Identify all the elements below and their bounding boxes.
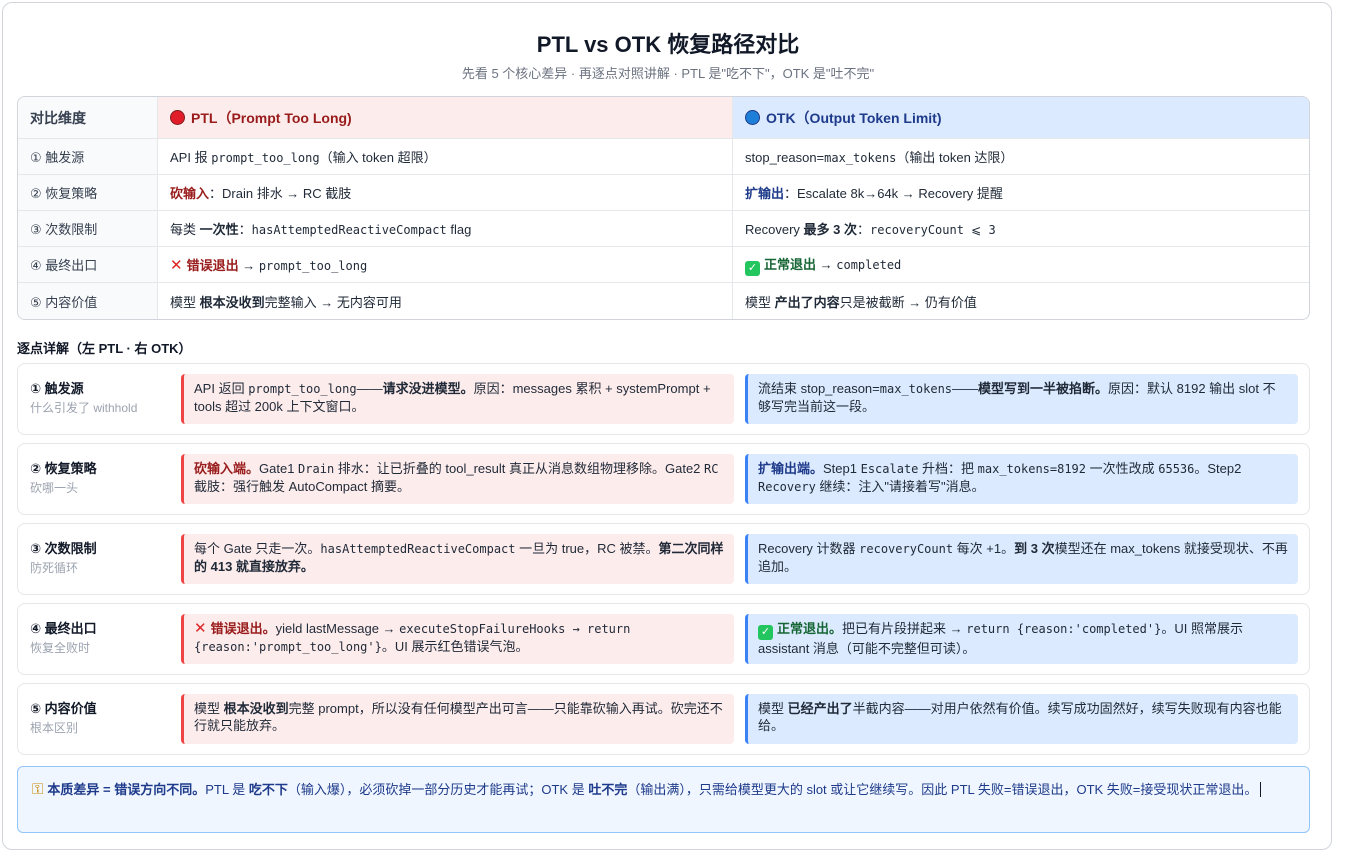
table-row: ③ 次数限制 每类 一次性：hasAttemptedReactiveCompac… (18, 211, 1309, 247)
row-dimension: ③ 次数限制 (18, 211, 158, 247)
detail-ptl-box: 模型 根本没收到完整 prompt，所以没有任何模型产出可言——只能靠砍输入再试… (181, 694, 734, 744)
row-ptl-cell: 模型 根本没收到完整输入 → 无内容可用 (158, 283, 733, 319)
row-otk-cell: stop_reason=max_tokens（输出 token 达限） (733, 139, 1309, 175)
summary-callout[interactable]: ⚿ 本质差异 = 错误方向不同。PTL 是 吃不下（输入爆），必须砍掉一部分历史才… (17, 766, 1310, 833)
table-row: ① 触发源 API 报 prompt_too_long（输入 token 超限）… (18, 139, 1309, 175)
header-otk: OTK（Output Token Limit) (733, 97, 1309, 139)
detail-otk-box: 扩输出端。Step1 Escalate 升档：把 max_tokens=8192… (745, 454, 1298, 504)
detail-card: ① 触发源 什么引发了 withhold API 返回 prompt_too_l… (17, 363, 1310, 435)
detail-otk-box: ✓ 正常退出。把已有片段拼起来 → return {reason:'complet… (745, 614, 1298, 664)
row-ptl-cell: API 报 prompt_too_long（输入 token 超限） (158, 139, 733, 175)
row-otk-cell: ✓ 正常退出 → completed (733, 247, 1309, 283)
red-circle-icon (170, 109, 185, 125)
table-row: ④ 最终出口 ✕ 错误退出 → prompt_too_long ✓ 正常退出 → c… (18, 247, 1309, 283)
blue-circle-icon (745, 109, 760, 125)
detail-card: ⑤ 内容价值 根本区别 模型 根本没收到完整 prompt，所以没有任何模型产出… (17, 683, 1310, 755)
row-otk-cell: Recovery 最多 3 次：recoveryCount ⩽ 3 (733, 211, 1309, 247)
detail-ptl-box: API 返回 prompt_too_long——请求没进模型。原因：messag… (181, 374, 734, 424)
row-ptl-cell: 砍输入：Drain 排水 → RC 截肢 (158, 175, 733, 211)
table-row: ⑤ 内容价值 模型 根本没收到完整输入 → 无内容可用 模型 产出了内容只是被截… (18, 283, 1309, 319)
detail-label: ④ 最终出口 恢复全败时 (30, 621, 97, 655)
cross-mark-icon: ✕ (194, 620, 207, 637)
table-row: ② 恢复策略 砍输入：Drain 排水 → RC 截肢 扩输出：Escalate… (18, 175, 1309, 211)
detail-label: ① 触发源 什么引发了 withhold (30, 381, 138, 415)
row-dimension: ④ 最终出口 (18, 247, 158, 283)
text-cursor (1260, 782, 1262, 797)
row-dimension: ① 触发源 (18, 139, 158, 175)
detail-card: ② 恢复策略 砍哪一头 砍输入端。Gate1 Drain 排水：让已折叠的 to… (17, 443, 1310, 515)
row-otk-cell: 扩输出：Escalate 8k→64k → Recovery 提醒 (733, 175, 1309, 211)
row-otk-cell: 模型 产出了内容只是被截断 → 仍有价值 (745, 294, 977, 310)
detail-ptl-box: 每个 Gate 只走一次。hasAttemptedReactiveCompact… (181, 534, 734, 584)
detail-otk-box: Recovery 计数器 recoveryCount 每次 +1。到 3 次模型… (745, 534, 1298, 584)
detail-card: ③ 次数限制 防死循环 每个 Gate 只走一次。hasAttemptedRea… (17, 523, 1310, 595)
detail-label: ⑤ 内容价值 根本区别 (30, 701, 97, 735)
detail-label: ③ 次数限制 防死循环 (30, 541, 97, 575)
page-subtitle: 先看 5 个核心差异 · 再逐点对照讲解 · PTL 是"吃不下"，OTK 是"… (461, 66, 875, 81)
check-mark-icon: ✓ (758, 625, 773, 640)
detail-ptl-box: ✕ 错误退出。yield lastMessage → executeStopFai… (181, 614, 734, 664)
cross-mark-icon: ✕ (170, 257, 183, 274)
row-dimension: ⑤ 内容价值 (18, 283, 158, 319)
detail-otk-box: 流结束 stop_reason=max_tokens——模型写到一半被掐断。原因… (745, 374, 1298, 424)
row-dimension: ② 恢复策略 (18, 175, 158, 211)
page-title: PTL vs OTK 恢复路径对比 (536, 32, 800, 57)
header-ptl: PTL（Prompt Too Long) (158, 97, 733, 139)
row-ptl-cell: 每类 一次性：hasAttemptedReactiveCompact flag (158, 211, 733, 247)
detail-label: ② 恢复策略 砍哪一头 (30, 461, 97, 495)
table-header-row: 对比维度 PTL（Prompt Too Long) OTK（Output Tok… (18, 97, 1309, 139)
details-section-title: 逐点详解（左 PTL · 右 OTK） (17, 341, 192, 356)
comparison-table: 对比维度 PTL（Prompt Too Long) OTK（Output Tok… (17, 96, 1310, 320)
check-mark-icon: ✓ (745, 260, 760, 276)
header-dimension: 对比维度 (18, 97, 158, 139)
row-ptl-cell: ✕ 错误退出 → prompt_too_long (158, 247, 733, 283)
detail-otk-box: 模型 已经产出了半截内容——对用户依然有价值。续写成功固然好，续写失败现有内容也… (745, 694, 1298, 744)
detail-ptl-box: 砍输入端。Gate1 Drain 排水：让已折叠的 tool_result 真正… (181, 454, 734, 504)
key-icon: ⚿ (32, 781, 44, 798)
detail-card: ④ 最终出口 恢复全败时 ✕ 错误退出。yield lastMessage → e… (17, 603, 1310, 675)
